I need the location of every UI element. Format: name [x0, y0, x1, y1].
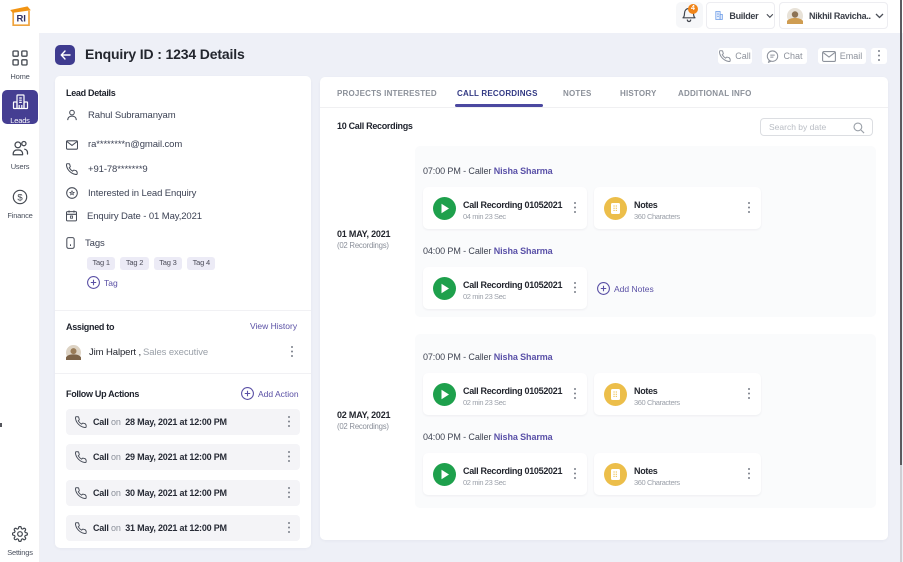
svg-text:RI: RI [16, 14, 26, 25]
svg-text:$: $ [17, 193, 23, 204]
